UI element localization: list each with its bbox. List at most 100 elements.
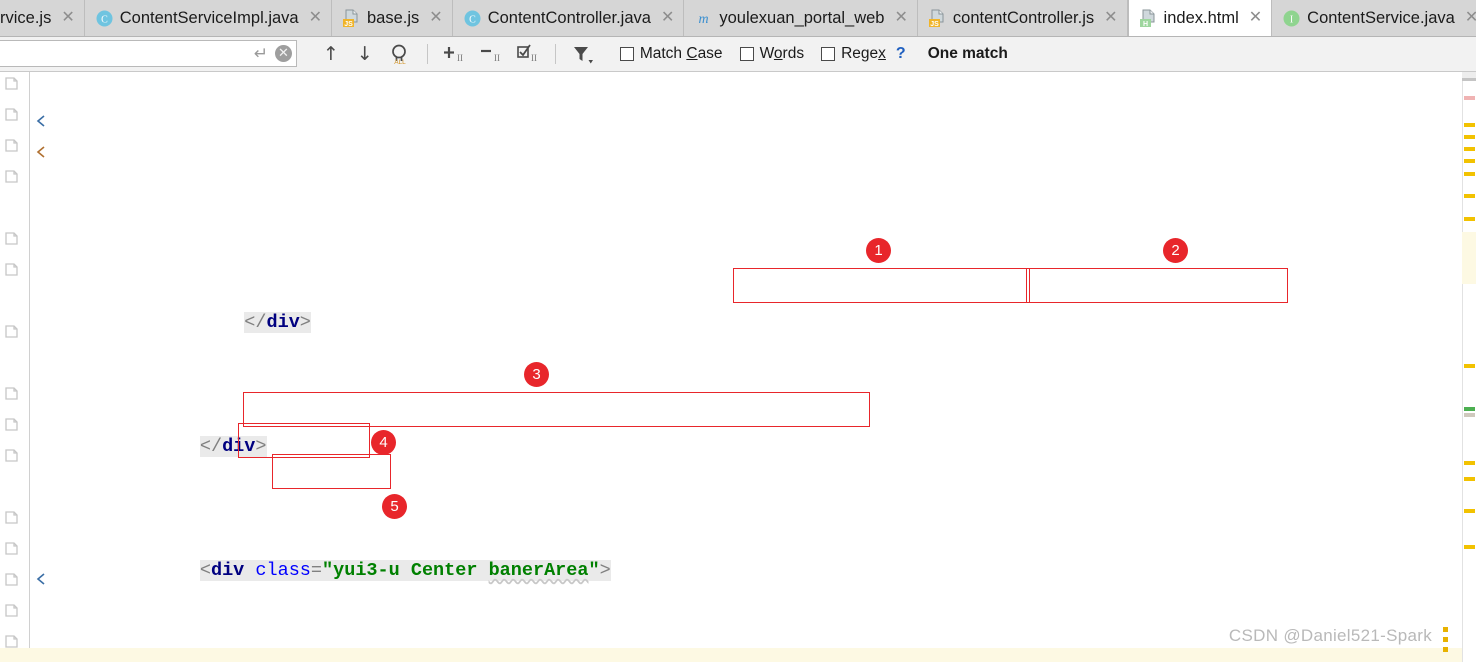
checkbox-box[interactable] bbox=[739, 47, 754, 61]
editor-tab-bar: rvice.js ✕ C ContentServiceImpl.java ✕ J… bbox=[0, 0, 1476, 37]
stripe-marker[interactable] bbox=[1464, 477, 1475, 481]
stripe-marker[interactable] bbox=[1464, 159, 1475, 163]
regex-label: Regex bbox=[841, 45, 886, 62]
annotation-marker-3: 3 bbox=[524, 362, 549, 387]
editor-tab-youlexuan-portal-web[interactable]: m youlexuan_portal_web ✕ bbox=[684, 0, 918, 36]
arrow-down-icon[interactable]: ↓ bbox=[348, 43, 382, 65]
toolbar-separator-2 bbox=[554, 44, 556, 64]
code-line[interactable]: </div> bbox=[0, 400, 1476, 457]
editor-tab-label: ContentService.java bbox=[1307, 8, 1455, 27]
editor-tab-contentcontroller-js[interactable]: JS contentController.js ✕ bbox=[917, 0, 1128, 36]
checkbox-box[interactable] bbox=[821, 47, 836, 61]
close-icon[interactable]: ✕ bbox=[1104, 10, 1117, 26]
error-stripe-gutter[interactable] bbox=[1462, 72, 1476, 662]
arrow-up-icon[interactable]: ↑ bbox=[314, 43, 348, 65]
help-icon[interactable]: ? bbox=[896, 45, 906, 63]
svg-text:II: II bbox=[457, 53, 463, 63]
words-label: Words bbox=[759, 45, 805, 62]
find-toolbar: ↵ ✕ ↑ ↓ ALL II II II Match Case Words Re… bbox=[0, 37, 1476, 72]
js-file-icon: JS bbox=[342, 9, 361, 28]
search-field-container[interactable]: ↵ ✕ bbox=[0, 40, 297, 67]
stripe-marker[interactable] bbox=[1464, 461, 1475, 465]
svg-text:JS: JS bbox=[344, 21, 353, 28]
editor-tab-rvice-js[interactable]: rvice.js ✕ bbox=[0, 0, 85, 36]
editor-tab-contentservice-java[interactable]: I ContentService.java ✕ bbox=[1272, 0, 1476, 36]
words-checkbox[interactable]: Words bbox=[739, 45, 805, 63]
stripe-marker[interactable] bbox=[1464, 135, 1475, 139]
stripe-separator bbox=[1462, 78, 1476, 81]
code-line[interactable]: <div class="yui3-u Center banerArea"> bbox=[0, 524, 1476, 581]
close-icon[interactable]: ✕ bbox=[661, 10, 674, 26]
editor-tab-label: base.js bbox=[367, 8, 420, 27]
close-icon[interactable]: ✕ bbox=[429, 10, 442, 26]
match-case-label: Match Case bbox=[639, 45, 723, 62]
code-line-current[interactable]: <!--banner轮播--> bbox=[0, 648, 1476, 662]
watermark-text: CSDN @Daniel521-Spark bbox=[1228, 626, 1432, 645]
annotation-marker-5: 5 bbox=[382, 494, 407, 519]
editor-tab-label: youlexuan_portal_web bbox=[719, 8, 885, 27]
select-all-occurrences-icon[interactable]: II bbox=[510, 44, 547, 64]
stripe-marker[interactable] bbox=[1464, 545, 1475, 549]
add-selection-icon[interactable]: II bbox=[436, 44, 473, 64]
svg-text:C: C bbox=[469, 14, 476, 25]
watermark-dots bbox=[1443, 627, 1448, 657]
code-line[interactable]: </div> bbox=[0, 276, 1476, 333]
editor-tab-index-html[interactable]: H index.html ✕ bbox=[1127, 0, 1273, 36]
regex-checkbox[interactable]: Regex bbox=[821, 45, 886, 63]
svg-text:C: C bbox=[101, 14, 108, 25]
editor-tab-base-js[interactable]: JS base.js ✕ bbox=[332, 0, 453, 36]
stripe-marker[interactable] bbox=[1464, 413, 1475, 417]
editor-tab-contentserviceimpl-java[interactable]: C ContentServiceImpl.java ✕ bbox=[84, 0, 332, 36]
editor-tab-label: ContentController.java bbox=[487, 8, 651, 27]
stripe-current-line-marker bbox=[1462, 232, 1476, 284]
checkbox-box[interactable] bbox=[619, 47, 634, 61]
source-code[interactable]: </div> </div> </div> <div class="yui3-u … bbox=[0, 72, 1476, 662]
remove-selection-icon[interactable]: II bbox=[473, 44, 510, 64]
annotation-marker-4: 4 bbox=[371, 430, 396, 455]
code-line[interactable]: </div> bbox=[0, 165, 1476, 183]
close-icon[interactable]: ✕ bbox=[1249, 10, 1262, 26]
close-icon[interactable]: ✕ bbox=[894, 10, 907, 26]
watermark-dot bbox=[1443, 637, 1448, 642]
stripe-marker[interactable] bbox=[1464, 364, 1475, 368]
svg-text:H: H bbox=[1143, 21, 1148, 28]
stripe-marker[interactable] bbox=[1464, 147, 1475, 151]
stripe-marker[interactable] bbox=[1464, 217, 1475, 221]
editor-tab-label: rvice.js bbox=[0, 8, 52, 27]
filter-funnel-icon[interactable] bbox=[564, 43, 602, 65]
clear-circle-icon[interactable]: ✕ bbox=[275, 45, 292, 62]
annotation-marker-2: 2 bbox=[1163, 238, 1188, 263]
stripe-marker[interactable] bbox=[1464, 96, 1475, 100]
watermark-dot bbox=[1443, 647, 1448, 652]
find-all-icon[interactable]: ALL bbox=[382, 43, 419, 65]
close-icon[interactable]: ✕ bbox=[309, 10, 322, 26]
match-count-status: One match bbox=[927, 45, 1008, 62]
stripe-marker[interactable] bbox=[1464, 194, 1475, 198]
stripe-marker[interactable] bbox=[1464, 172, 1475, 176]
watermark-dot bbox=[1443, 627, 1448, 632]
enter-return-icon[interactable]: ↵ bbox=[251, 44, 271, 64]
close-icon[interactable]: ✕ bbox=[61, 10, 74, 26]
annotation-marker-1: 1 bbox=[866, 238, 891, 263]
svg-text:ALL: ALL bbox=[394, 59, 406, 65]
svg-text:II: II bbox=[494, 53, 500, 63]
nav-button-group: ↑ ↓ ALL bbox=[314, 43, 419, 65]
close-icon[interactable]: ✕ bbox=[1465, 10, 1476, 26]
search-input[interactable] bbox=[0, 44, 247, 63]
editor-tab-label: ContentServiceImpl.java bbox=[119, 8, 299, 27]
editor-tab-label: index.html bbox=[1163, 8, 1239, 27]
code-editor-area[interactable]: </div> </div> </div> <div class="yui3-u … bbox=[0, 72, 1476, 662]
editor-tab-label: contentController.js bbox=[952, 8, 1095, 27]
stripe-marker[interactable] bbox=[1464, 509, 1475, 513]
stripe-marker[interactable] bbox=[1464, 123, 1475, 127]
stripe-marker[interactable] bbox=[1464, 407, 1475, 411]
svg-text:I: I bbox=[1290, 14, 1293, 25]
java-class-icon: C bbox=[95, 9, 114, 28]
js-file-icon: JS bbox=[928, 9, 947, 28]
idea-editor-window: rvice.js ✕ C ContentServiceImpl.java ✕ J… bbox=[0, 0, 1476, 662]
editor-tab-contentcontroller-java[interactable]: C ContentController.java ✕ bbox=[452, 0, 685, 36]
match-case-checkbox[interactable]: Match Case bbox=[619, 45, 723, 63]
maven-module-icon: m bbox=[694, 9, 713, 28]
html-file-icon: H bbox=[1139, 9, 1158, 28]
java-class-icon: C bbox=[463, 9, 482, 28]
